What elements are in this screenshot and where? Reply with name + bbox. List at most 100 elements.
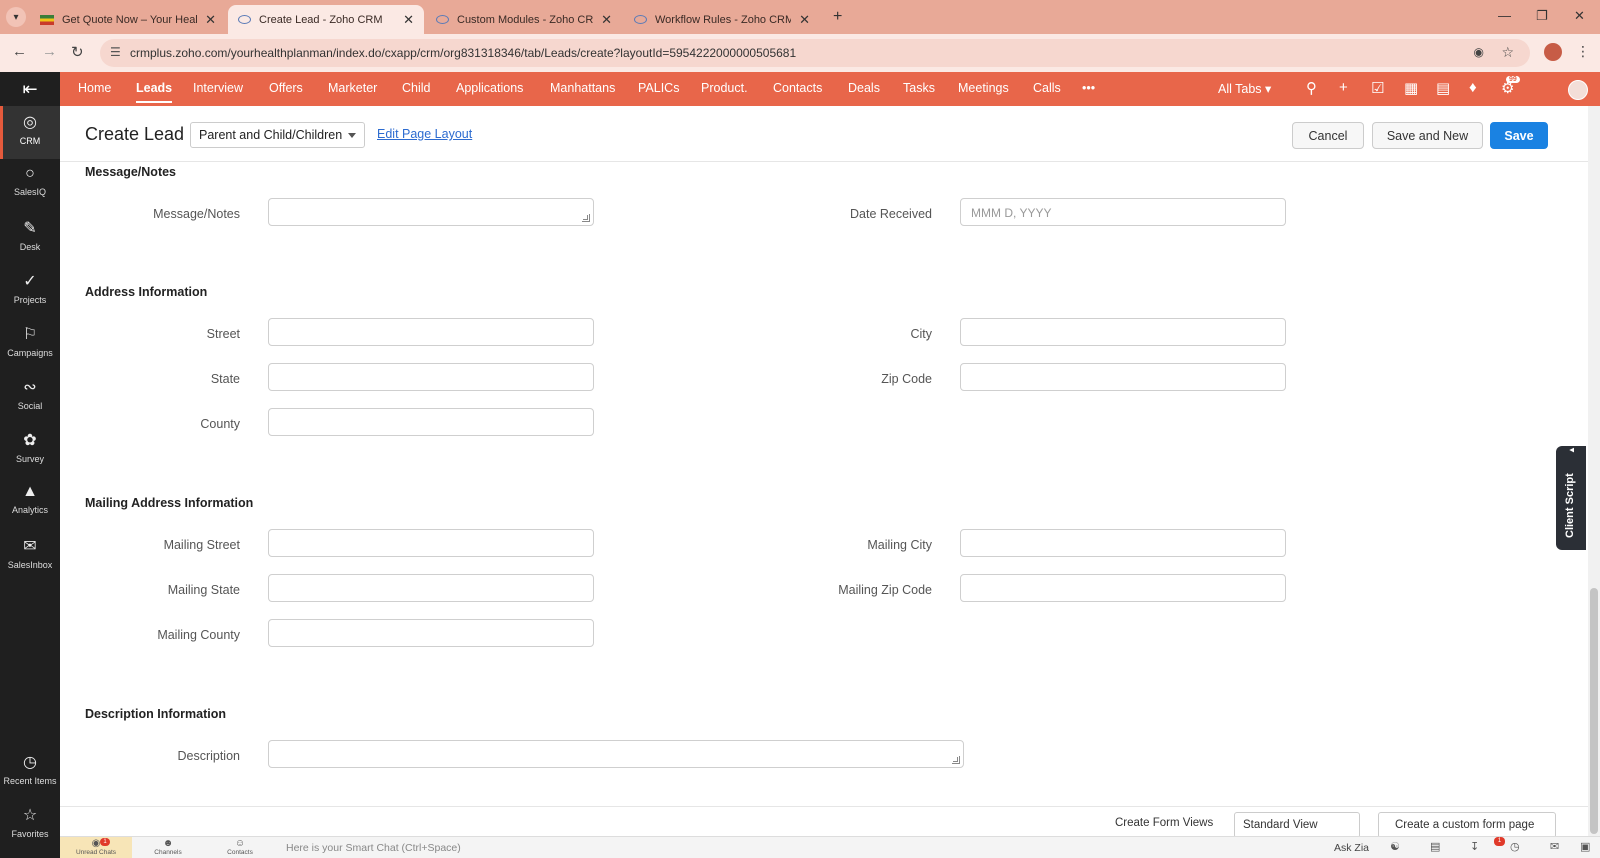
layout-select[interactable]: Parent and Child/Children bbox=[190, 122, 365, 148]
resize-handle-icon[interactable] bbox=[582, 214, 590, 222]
date-received-input[interactable]: MMM D, YYYY bbox=[960, 198, 1286, 226]
mailing-city-label: Mailing City bbox=[867, 538, 932, 552]
tab-tasks[interactable]: Tasks bbox=[903, 81, 935, 95]
sidebar-item-crm[interactable]: ◎ CRM bbox=[0, 106, 60, 159]
all-tabs-dropdown[interactable]: All Tabs ▾ bbox=[1218, 81, 1271, 96]
mailing-city-input[interactable] bbox=[960, 529, 1286, 557]
tab-offers[interactable]: Offers bbox=[269, 81, 303, 95]
back-arrow-icon[interactable]: ← bbox=[12, 43, 27, 60]
tab-applications[interactable]: Applications bbox=[456, 81, 523, 95]
save-button[interactable]: Save bbox=[1490, 122, 1548, 149]
tab-product[interactable]: Product. bbox=[701, 81, 748, 95]
sidebar-item-favorites[interactable]: ☆ Favorites bbox=[0, 799, 60, 852]
scrollbar-thumb[interactable] bbox=[1590, 588, 1598, 834]
browser-menu-icon[interactable]: ⋮ bbox=[1576, 43, 1590, 60]
mailing-street-input[interactable] bbox=[268, 529, 594, 557]
zip-code-input[interactable] bbox=[960, 363, 1286, 391]
contacts-tab[interactable]: ☺ Contacts bbox=[204, 837, 276, 858]
marketplace-icon[interactable]: ▤ bbox=[1436, 79, 1450, 97]
site-settings-icon[interactable]: ☰ bbox=[110, 45, 121, 59]
city-input[interactable] bbox=[960, 318, 1286, 346]
sidebar-item-desk[interactable]: ✎ Desk bbox=[0, 212, 60, 265]
download-icon[interactable]: ↧ bbox=[1470, 840, 1479, 853]
browser-tab-create-lead[interactable]: Create Lead - Zoho CRM ✕ bbox=[228, 5, 424, 34]
resize-handle-icon[interactable] bbox=[952, 756, 960, 764]
bell-icon[interactable]: ♦ bbox=[1469, 79, 1477, 96]
browser-tab-custom-modules[interactable]: Custom Modules - Zoho CRM ✕ bbox=[426, 5, 622, 34]
description-label: Description bbox=[177, 749, 240, 763]
window-close-icon[interactable]: ✕ bbox=[1574, 8, 1585, 24]
street-input[interactable] bbox=[268, 318, 594, 346]
sidebar-item-recent-items[interactable]: ◷ Recent Items bbox=[0, 746, 60, 799]
tab-marketer[interactable]: Marketer bbox=[328, 81, 377, 95]
tab-palics[interactable]: PALICs bbox=[638, 81, 679, 95]
sidebar-item-label: Recent Items bbox=[3, 776, 57, 786]
sidebar-item-social[interactable]: ∾ Social bbox=[0, 371, 60, 424]
sidebar-item-salesiq[interactable]: ○ SalesIQ bbox=[0, 159, 60, 212]
close-icon[interactable]: ✕ bbox=[403, 12, 414, 28]
new-tab-plus-icon[interactable]: + bbox=[833, 8, 842, 26]
hamburger-menu-icon[interactable]: ⇤ bbox=[0, 72, 60, 106]
section-title-mailing-address: Mailing Address Information bbox=[85, 496, 254, 510]
description-textarea[interactable] bbox=[268, 740, 964, 768]
mailing-state-input[interactable] bbox=[268, 574, 594, 602]
tab-contacts[interactable]: Contacts bbox=[773, 81, 822, 95]
channels-tab[interactable]: ☻ Channels bbox=[132, 837, 204, 858]
eye-off-icon[interactable]: ◉ bbox=[1474, 45, 1484, 59]
close-icon[interactable]: ✕ bbox=[601, 12, 612, 28]
close-icon[interactable]: ✕ bbox=[799, 12, 810, 28]
tab-home[interactable]: Home bbox=[78, 81, 111, 95]
tab-child[interactable]: Child bbox=[402, 81, 431, 95]
sidebar-item-salesinbox[interactable]: ✉ SalesInbox bbox=[0, 530, 60, 583]
mailing-zip-code-input[interactable] bbox=[960, 574, 1286, 602]
client-script-tab[interactable]: ▲ Client Script bbox=[1556, 446, 1586, 550]
translate-icon[interactable]: ☯ bbox=[1390, 840, 1400, 853]
county-input[interactable] bbox=[268, 408, 594, 436]
sidebar-item-projects[interactable]: ✓ Projects bbox=[0, 265, 60, 318]
tab-meetings[interactable]: Meetings bbox=[958, 81, 1009, 95]
calendar-icon[interactable]: ▦ bbox=[1404, 79, 1418, 97]
tab-leads[interactable]: Leads bbox=[136, 81, 173, 103]
tab-deals[interactable]: Deals bbox=[848, 81, 880, 95]
bookmark-star-icon[interactable]: ☆ bbox=[1501, 44, 1514, 61]
sidebar-item-campaigns[interactable]: ⚐ Campaigns bbox=[0, 318, 60, 371]
sidebar-item-survey[interactable]: ✿ Survey bbox=[0, 424, 60, 477]
close-icon[interactable]: ✕ bbox=[205, 12, 216, 28]
tab-interview[interactable]: Interview bbox=[193, 81, 243, 95]
sidebar-item-analytics[interactable]: ▲ Analytics bbox=[0, 477, 60, 530]
ask-zia-button[interactable]: Ask Zia bbox=[1334, 842, 1369, 854]
create-custom-form-page-button[interactable]: Create a custom form page bbox=[1378, 812, 1556, 836]
browser-tab-get-quote[interactable]: Get Quote Now – Your Health P ✕ bbox=[30, 5, 226, 34]
tab-calls[interactable]: Calls bbox=[1033, 81, 1061, 95]
announcement-icon[interactable]: ✉ bbox=[1550, 840, 1559, 853]
custom-page-label: Create a custom form page bbox=[1395, 819, 1535, 831]
url-field[interactable]: ☰ crmplus.zoho.com/yourhealthplanman/ind… bbox=[100, 39, 1530, 67]
zip-code-label: Zip Code bbox=[881, 372, 932, 386]
more-tabs-icon[interactable]: ••• bbox=[1082, 81, 1095, 95]
user-avatar[interactable] bbox=[1568, 80, 1588, 100]
save-and-new-button[interactable]: Save and New bbox=[1372, 122, 1483, 149]
unread-chats-tab[interactable]: ◉ Unread Chats 1 bbox=[60, 837, 132, 858]
minimize-icon[interactable]: — bbox=[1498, 8, 1511, 23]
smart-chat-input[interactable]: Here is your Smart Chat (Ctrl+Space) bbox=[286, 842, 461, 854]
form-view-select[interactable]: Standard View bbox=[1234, 812, 1360, 836]
mailing-county-label: Mailing County bbox=[157, 628, 240, 642]
chat-window-icon[interactable]: ▣ bbox=[1580, 840, 1590, 853]
browser-profile-avatar[interactable] bbox=[1544, 43, 1562, 61]
restore-icon[interactable]: ❐ bbox=[1536, 8, 1548, 24]
message-notes-textarea[interactable] bbox=[268, 198, 594, 226]
alarm-clock-icon[interactable]: ◷ bbox=[1510, 840, 1520, 853]
activity-icon[interactable]: ☑ bbox=[1371, 79, 1384, 97]
forward-arrow-icon[interactable]: → bbox=[42, 43, 57, 60]
tab-search-chevron-icon[interactable]: ▾ bbox=[6, 7, 26, 27]
reload-icon[interactable]: ↻ bbox=[71, 43, 84, 61]
search-icon[interactable]: ⚲ bbox=[1306, 79, 1317, 97]
state-input[interactable] bbox=[268, 363, 594, 391]
cancel-button[interactable]: Cancel bbox=[1292, 122, 1364, 149]
add-icon[interactable]: + bbox=[1339, 79, 1348, 96]
notes-icon[interactable]: ▤ bbox=[1430, 840, 1440, 853]
edit-page-layout-link[interactable]: Edit Page Layout bbox=[377, 127, 472, 141]
mailing-county-input[interactable] bbox=[268, 619, 594, 647]
tab-manhattans[interactable]: Manhattans bbox=[550, 81, 615, 95]
browser-tab-workflow-rules[interactable]: Workflow Rules - Zoho CRM ✕ bbox=[624, 5, 820, 34]
